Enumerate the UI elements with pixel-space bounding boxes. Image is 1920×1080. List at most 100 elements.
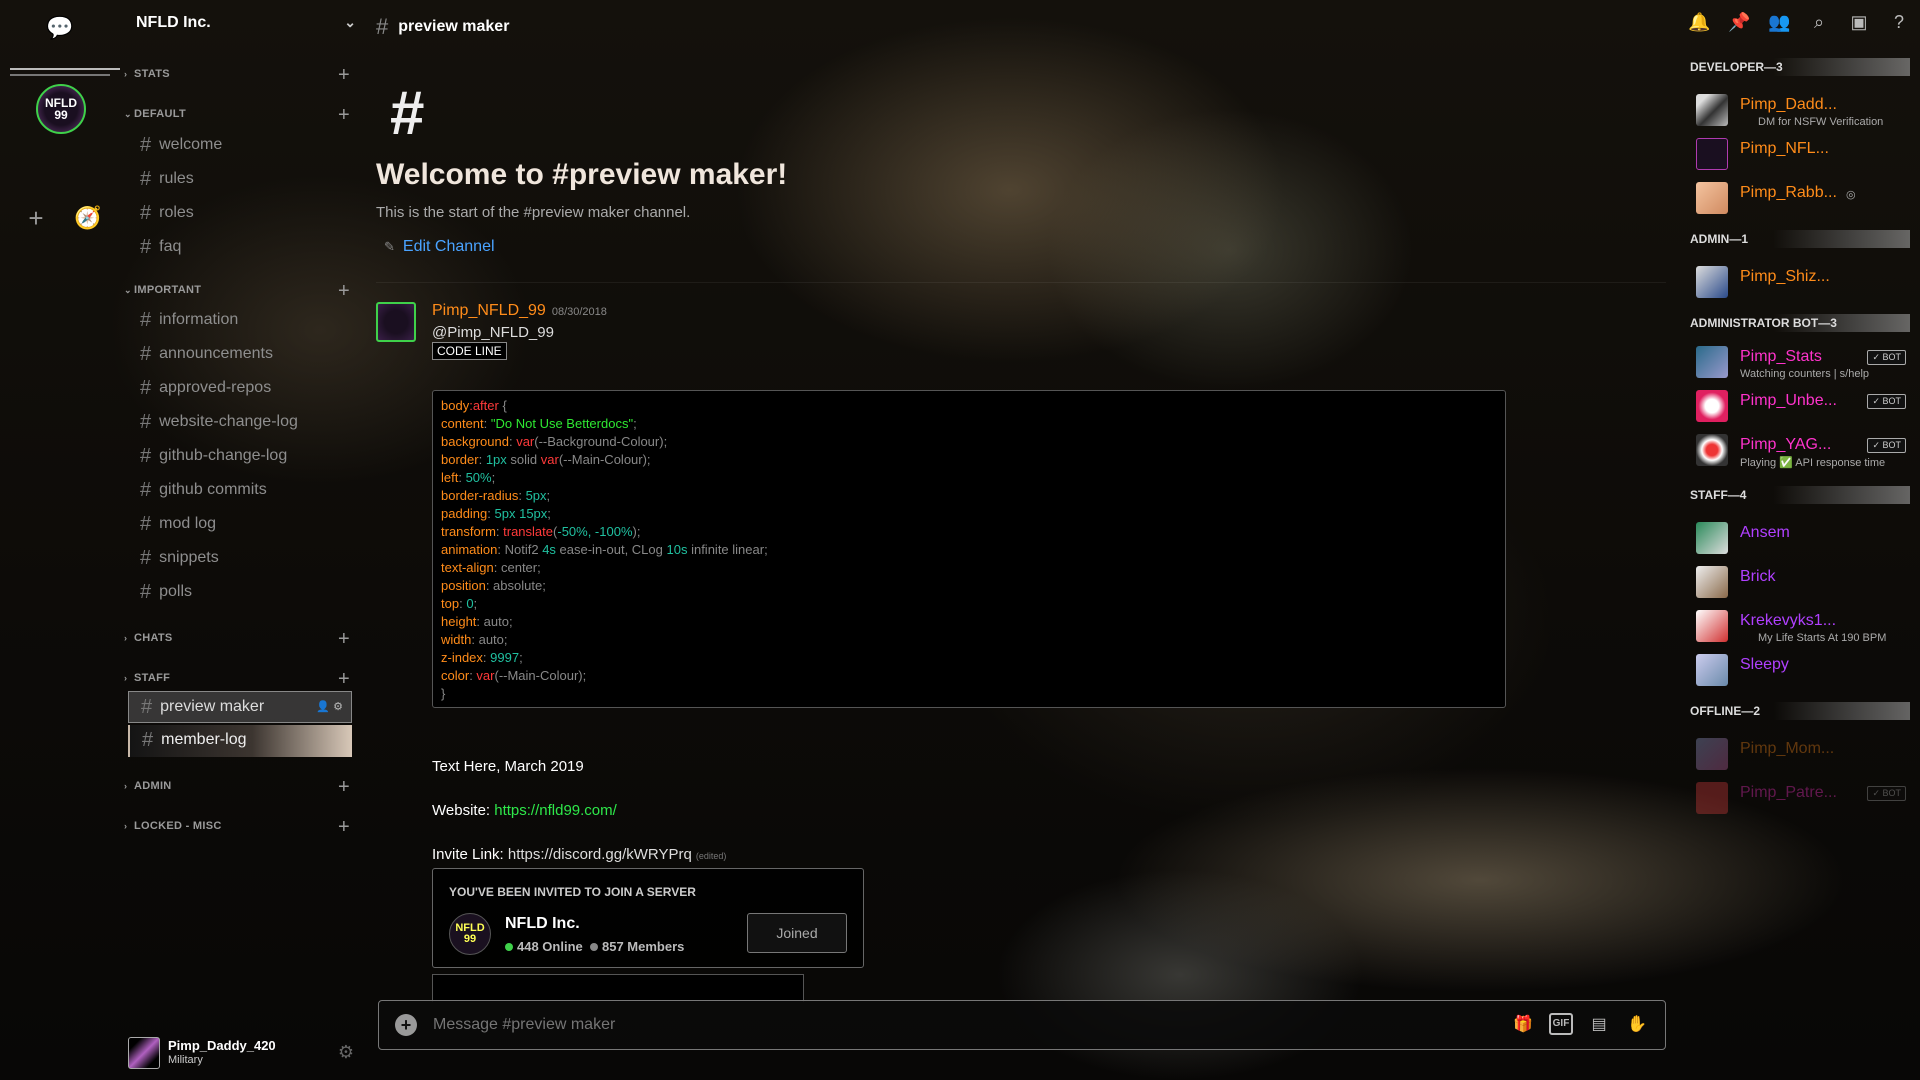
member-item[interactable]: Brick bbox=[1696, 562, 1906, 602]
member-item[interactable]: Pimp_Shiz... bbox=[1696, 262, 1906, 302]
user-name: Pimp_Daddy_420 bbox=[168, 1038, 276, 1053]
member-item[interactable]: Pimp_Unbe... ✓ BOT bbox=[1696, 386, 1906, 426]
channel-preview-maker[interactable]: # preview maker 👤 ⚙ bbox=[128, 691, 352, 723]
hash-icon: # bbox=[140, 445, 152, 467]
category-chats[interactable]: › CHATS + bbox=[124, 628, 350, 650]
server-icon-nfld[interactable]: NFLD 99 bbox=[36, 84, 86, 134]
members-icon[interactable]: 👥 bbox=[1768, 12, 1790, 33]
gear-icon[interactable]: ⚙ bbox=[338, 1042, 354, 1063]
avatar bbox=[1696, 566, 1728, 598]
add-channel-icon[interactable]: + bbox=[338, 64, 350, 87]
member-item[interactable]: Sleepy bbox=[1696, 650, 1906, 690]
channel-approved-repos[interactable]: # approved-repos bbox=[128, 373, 352, 403]
page-title: # preview maker bbox=[376, 14, 510, 39]
member-item[interactable]: Pimp_Patre... ✓ BOT bbox=[1696, 778, 1906, 818]
member-item[interactable]: Pimp_Rabb... ◎ bbox=[1696, 178, 1906, 218]
gif-icon[interactable]: GIF bbox=[1549, 1013, 1573, 1035]
header-toolbar: 🔔 📌 👥 ⌕ ▣ ? bbox=[1688, 12, 1910, 33]
add-channel-icon[interactable]: + bbox=[338, 104, 350, 127]
member-item[interactable]: Pimp_YAG... Playing ✅ API response time … bbox=[1696, 430, 1906, 470]
role-header-staff: STAFF—4 bbox=[1690, 486, 1910, 504]
channel-snippets[interactable]: # snippets bbox=[128, 543, 352, 573]
add-channel-icon[interactable]: + bbox=[338, 628, 350, 651]
search-icon[interactable]: ⌕ bbox=[1808, 12, 1830, 33]
chevron-down-icon[interactable]: ⌄ bbox=[344, 14, 356, 31]
member-item[interactable]: Pimp_NFL... bbox=[1696, 134, 1906, 174]
hash-icon: # bbox=[140, 411, 152, 433]
code-block: body:after { content: "Do Not Use Better… bbox=[432, 390, 1506, 708]
upload-icon[interactable]: + bbox=[395, 1014, 417, 1036]
welcome-subtitle: This is the start of the #preview maker … bbox=[376, 204, 691, 221]
gift-icon[interactable]: 🎁 bbox=[1511, 1013, 1535, 1037]
channel-rules[interactable]: # rules bbox=[128, 164, 352, 194]
explore-servers-icon[interactable]: 🧭 bbox=[68, 198, 108, 238]
server-header[interactable]: NFLD Inc. ⌄ bbox=[136, 14, 356, 34]
message-author[interactable]: Pimp_NFLD_99 08/30/2018 bbox=[432, 302, 607, 320]
channel-welcome[interactable]: # welcome bbox=[128, 130, 352, 160]
channel-roles[interactable]: # roles bbox=[128, 198, 352, 228]
channel-mod-log[interactable]: # mod log bbox=[128, 509, 352, 539]
avatar[interactable] bbox=[376, 302, 416, 342]
bot-badge: ✓ BOT bbox=[1867, 786, 1906, 801]
category-important[interactable]: ⌄ IMPORTANT + bbox=[124, 280, 350, 302]
channel-information[interactable]: # information bbox=[128, 305, 352, 335]
bell-icon[interactable]: 🔔 bbox=[1688, 12, 1710, 33]
bot-badge: ✓ BOT bbox=[1867, 350, 1906, 365]
hash-icon: # bbox=[140, 309, 152, 331]
joined-button[interactable]: Joined bbox=[747, 913, 847, 953]
channel-github-change-log[interactable]: # github-change-log bbox=[128, 441, 352, 471]
server-name: NFLD Inc. bbox=[136, 14, 211, 31]
member-item[interactable]: Pimp_Dadd... DM for NSFW Verification bbox=[1696, 90, 1906, 130]
message-input[interactable] bbox=[433, 1016, 1433, 1034]
category-locked-misc[interactable]: › LOCKED - MISC + bbox=[124, 816, 350, 838]
channel-polls[interactable]: # polls bbox=[128, 577, 352, 607]
hash-icon: # bbox=[140, 581, 152, 603]
server-rail: 💬 NFLD 99 + 🧭 bbox=[0, 0, 120, 1080]
edit-channel-link[interactable]: ✎ Edit Channel bbox=[384, 238, 495, 256]
divider bbox=[376, 282, 1666, 283]
gear-icon[interactable]: ⚙ bbox=[333, 701, 343, 713]
hash-icon: # bbox=[140, 343, 152, 365]
avatar[interactable] bbox=[128, 1037, 160, 1069]
category-default[interactable]: ⌄ DEFAULT + bbox=[124, 104, 350, 126]
server-icon: NFLD 99 bbox=[449, 913, 491, 955]
website-line: Website: https://nfld99.com/ bbox=[432, 802, 617, 819]
member-item[interactable]: Pimp_Mom... bbox=[1696, 734, 1906, 774]
channel-faq[interactable]: # faq bbox=[128, 232, 352, 262]
member-item[interactable]: Pimp_Stats Watching counters | s/help ✓ … bbox=[1696, 342, 1906, 382]
website-link[interactable]: https://nfld99.com/ bbox=[494, 802, 617, 819]
hash-icon: # bbox=[140, 513, 152, 535]
category-admin[interactable]: › ADMIN + bbox=[124, 776, 350, 798]
add-channel-icon[interactable]: + bbox=[338, 668, 350, 691]
channel-website-change-log[interactable]: # website-change-log bbox=[128, 407, 352, 437]
sticker-icon[interactable]: ▤ bbox=[1587, 1013, 1611, 1037]
avatar bbox=[1696, 434, 1728, 466]
invite-link[interactable]: https://discord.gg/kWRYPrq bbox=[508, 846, 692, 863]
invite-heading: YOU'VE BEEN INVITED TO JOIN A SERVER bbox=[449, 885, 696, 899]
add-server-icon[interactable]: + bbox=[16, 198, 56, 238]
user-mention[interactable]: @Pimp_NFLD_99 bbox=[432, 324, 554, 341]
pin-icon[interactable]: 📌 bbox=[1728, 12, 1750, 33]
category-staff[interactable]: › STAFF + bbox=[124, 668, 350, 690]
role-header-offline: OFFLINE—2 bbox=[1690, 702, 1910, 720]
direct-messages-icon[interactable]: 💬 bbox=[40, 8, 80, 48]
add-channel-icon[interactable]: + bbox=[338, 280, 350, 303]
category-stats[interactable]: › STATS + bbox=[124, 64, 350, 86]
channel-github-commits[interactable]: # github commits bbox=[128, 475, 352, 505]
hash-icon: # bbox=[141, 696, 153, 718]
help-icon[interactable]: ? bbox=[1888, 12, 1910, 33]
channel-member-log[interactable]: # member-log bbox=[128, 725, 352, 757]
invite-server-name: NFLD Inc. bbox=[505, 915, 580, 932]
chat-area: # Welcome to #preview maker! This is the… bbox=[360, 46, 1680, 1080]
channel-sidebar: NFLD Inc. ⌄ › STATS + ⌄ DEFAULT + # welcome #… bbox=[120, 0, 360, 1080]
channel-announcements[interactable]: # announcements bbox=[128, 339, 352, 369]
add-channel-icon[interactable]: + bbox=[338, 816, 350, 839]
member-item[interactable]: Ansem bbox=[1696, 518, 1906, 558]
add-channel-icon[interactable]: + bbox=[338, 776, 350, 799]
status-icon: ◎ bbox=[1846, 189, 1856, 201]
member-item[interactable]: Krekevyks1... My Life Starts At 190 BPM bbox=[1696, 606, 1906, 646]
inbox-icon[interactable]: ▣ bbox=[1848, 12, 1870, 33]
emoji-icon[interactable]: ✋ bbox=[1625, 1013, 1649, 1037]
member-list: DEVELOPER—3 Pimp_Dadd... DM for NSFW Ver… bbox=[1680, 46, 1920, 1080]
invite-member-icon[interactable]: 👤 bbox=[316, 701, 330, 713]
